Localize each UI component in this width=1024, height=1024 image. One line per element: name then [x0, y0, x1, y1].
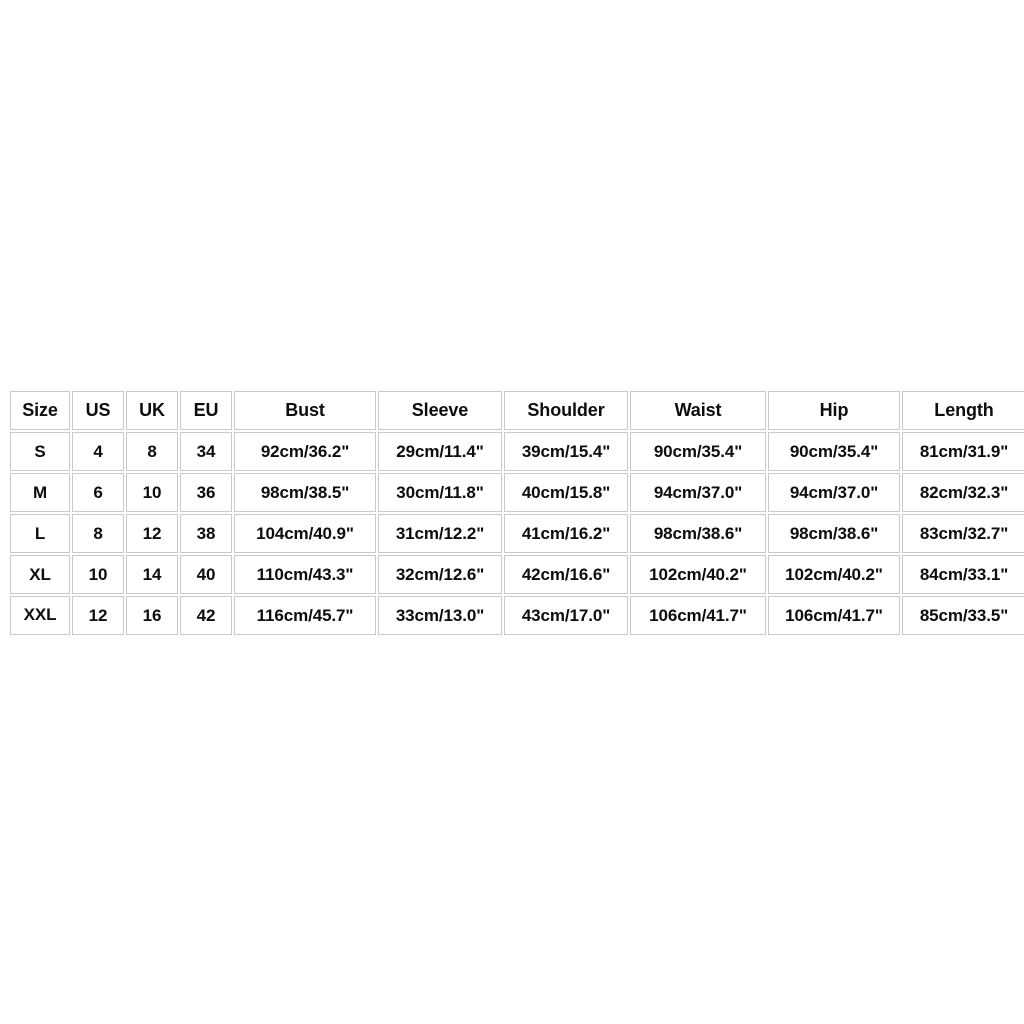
column-header-length: Length [902, 391, 1024, 430]
spellcheck-squiggle-icon [24, 625, 57, 630]
cell-eu: 36 [180, 473, 232, 512]
cell-sleeve: 31cm/12.2" [378, 514, 502, 553]
cell-hip: 98cm/38.6" [768, 514, 900, 553]
column-header-shoulder: Shoulder [504, 391, 628, 430]
cell-waist: 90cm/35.4" [630, 432, 766, 471]
cell-hip: 90cm/35.4" [768, 432, 900, 471]
cell-size: L [10, 514, 70, 553]
cell-uk: 10 [126, 473, 178, 512]
cell-hip: 94cm/37.0" [768, 473, 900, 512]
cell-bust: 110cm/43.3" [234, 555, 376, 594]
cell-us: 4 [72, 432, 124, 471]
cell-us: 10 [72, 555, 124, 594]
cell-size: XL [10, 555, 70, 594]
cell-bust: 104cm/40.9" [234, 514, 376, 553]
column-header-us: US [72, 391, 124, 430]
cell-eu: 34 [180, 432, 232, 471]
table-header-row: Size US UK EU Bust Sleeve Shoulder Waist Hip Leng… [10, 391, 1024, 430]
cell-us: 8 [72, 514, 124, 553]
column-header-sleeve: Sleeve [378, 391, 502, 430]
size-chart-table: Size US UK EU Bust Sleeve Shoulder Waist Hip Leng… [8, 389, 1024, 637]
cell-sleeve: 32cm/12.6" [378, 555, 502, 594]
cell-size: S [10, 432, 70, 471]
table-row: XL 10 14 40 110cm/43.3" 32cm/12.6" 42cm/16.6" 1… [10, 555, 1024, 594]
cell-shoulder: 42cm/16.6" [504, 555, 628, 594]
cell-size: M [10, 473, 70, 512]
size-chart-container: Size US UK EU Bust Sleeve Shoulder Waist Hip Leng… [8, 389, 1024, 637]
cell-sleeve: 33cm/13.0" [378, 596, 502, 635]
cell-sleeve: 29cm/11.4" [378, 432, 502, 471]
cell-length: 82cm/32.3" [902, 473, 1024, 512]
cell-uk: 12 [126, 514, 178, 553]
misspelled-word: XXL [24, 605, 57, 626]
cell-hip: 102cm/40.2" [768, 555, 900, 594]
cell-eu: 40 [180, 555, 232, 594]
column-header-size: Size [10, 391, 70, 430]
cell-length: 85cm/33.5" [902, 596, 1024, 635]
cell-us: 12 [72, 596, 124, 635]
table-row: XXL 12 16 42 116cm/45.7" 33cm/13.0" 43cm/17.0"… [10, 596, 1024, 635]
column-header-waist: Waist [630, 391, 766, 430]
cell-length: 81cm/31.9" [902, 432, 1024, 471]
cell-hip: 106cm/41.7" [768, 596, 900, 635]
cell-shoulder: 39cm/15.4" [504, 432, 628, 471]
cell-shoulder: 40cm/15.8" [504, 473, 628, 512]
table-row: M 6 10 36 98cm/38.5" 30cm/11.8" 40cm/15.8" 94cm… [10, 473, 1024, 512]
cell-uk: 14 [126, 555, 178, 594]
cell-uk: 16 [126, 596, 178, 635]
cell-waist: 98cm/38.6" [630, 514, 766, 553]
column-header-hip: Hip [768, 391, 900, 430]
cell-bust: 98cm/38.5" [234, 473, 376, 512]
cell-uk: 8 [126, 432, 178, 471]
cell-size: XXL [10, 596, 70, 635]
column-header-eu: EU [180, 391, 232, 430]
cell-length: 83cm/32.7" [902, 514, 1024, 553]
page-canvas: Size US UK EU Bust Sleeve Shoulder Waist Hip Leng… [0, 0, 1024, 1024]
cell-eu: 38 [180, 514, 232, 553]
cell-shoulder: 43cm/17.0" [504, 596, 628, 635]
cell-waist: 102cm/40.2" [630, 555, 766, 594]
table-row: S 4 8 34 92cm/36.2" 29cm/11.4" 39cm/15.4" 90cm/… [10, 432, 1024, 471]
cell-sleeve: 30cm/11.8" [378, 473, 502, 512]
cell-bust: 92cm/36.2" [234, 432, 376, 471]
cell-waist: 94cm/37.0" [630, 473, 766, 512]
table-row: L 8 12 38 104cm/40.9" 31cm/12.2" 41cm/16.2" 98c… [10, 514, 1024, 553]
cell-bust: 116cm/45.7" [234, 596, 376, 635]
cell-length: 84cm/33.1" [902, 555, 1024, 594]
size-chart-header: Size US UK EU Bust Sleeve Shoulder Waist Hip Leng… [10, 391, 1024, 430]
cell-us: 6 [72, 473, 124, 512]
column-header-bust: Bust [234, 391, 376, 430]
size-chart-body: S 4 8 34 92cm/36.2" 29cm/11.4" 39cm/15.4" 90cm/… [10, 432, 1024, 635]
cell-shoulder: 41cm/16.2" [504, 514, 628, 553]
column-header-uk: UK [126, 391, 178, 430]
cell-eu: 42 [180, 596, 232, 635]
cell-waist: 106cm/41.7" [630, 596, 766, 635]
